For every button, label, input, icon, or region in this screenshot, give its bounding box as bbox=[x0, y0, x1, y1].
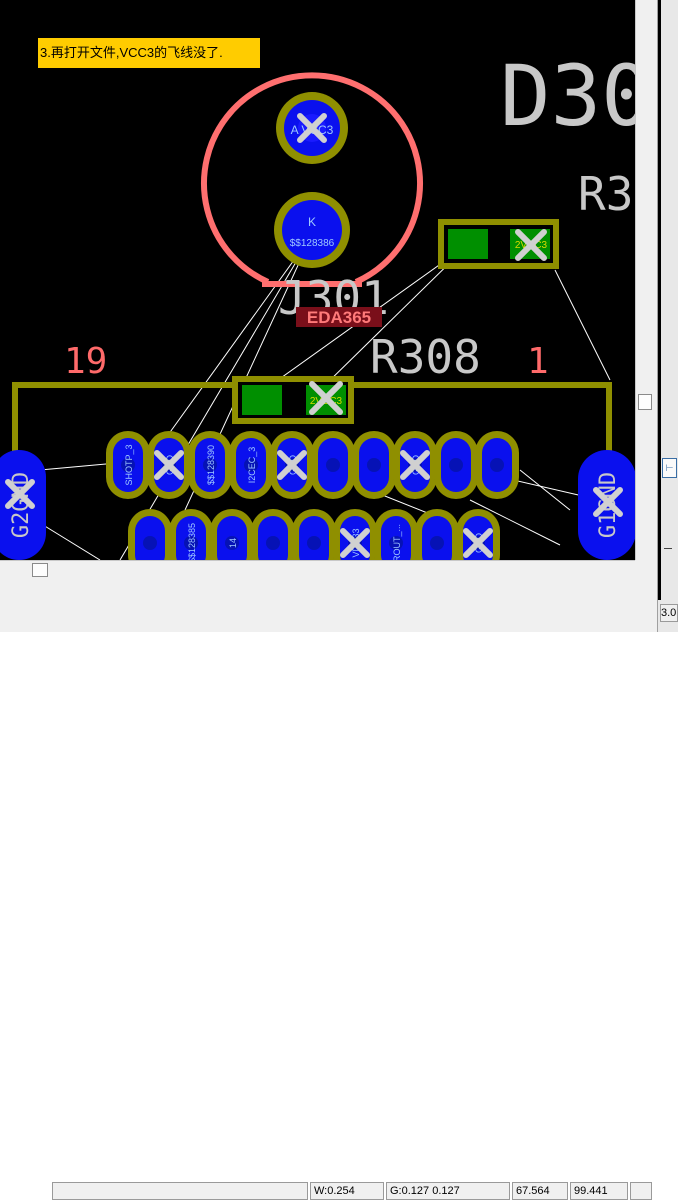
pin-number-1: 1 bbox=[527, 341, 549, 382]
j301-pin-k[interactable]: K $$128386 bbox=[274, 192, 350, 268]
status-grid: G:0.127 0.127 bbox=[386, 1182, 510, 1200]
silk-label: EDA365 bbox=[307, 308, 371, 327]
status-extra bbox=[630, 1182, 652, 1200]
vertical-scroll-thumb[interactable] bbox=[638, 394, 652, 410]
ref-r30: R30 bbox=[578, 167, 635, 221]
connector-pad[interactable] bbox=[434, 431, 478, 499]
connector-pad-net: $$128390 bbox=[206, 445, 216, 485]
connector-pad[interactable]: SHOTP_3 bbox=[106, 431, 150, 499]
status-message bbox=[52, 1182, 308, 1200]
j301-pin-a[interactable]: A VCC3 bbox=[276, 92, 348, 164]
ref-r308: R308 bbox=[370, 330, 481, 384]
status-width: W:0.254 bbox=[310, 1182, 384, 1200]
connector-pad[interactable] bbox=[128, 509, 172, 560]
connector-pad-net: 14 bbox=[228, 538, 238, 548]
status-x: 67.564 bbox=[512, 1182, 568, 1200]
pin-number-19: 19 bbox=[64, 341, 107, 382]
connector-pad[interactable] bbox=[475, 431, 519, 499]
connector-pad-net: $$128385 bbox=[187, 523, 197, 560]
connector-pad[interactable]: GND bbox=[456, 509, 500, 560]
connector-pad[interactable] bbox=[311, 431, 355, 499]
connector-row-1: SHOTP_3 GND $$128390 I2CEC_3 GND GND bbox=[106, 431, 519, 499]
panel-tick bbox=[664, 548, 672, 557]
connector-pad[interactable]: 14 bbox=[210, 509, 254, 560]
connector-pad[interactable]: $$128385 bbox=[169, 509, 213, 560]
connector-pad[interactable]: GND bbox=[393, 431, 437, 499]
ref-d30: D30 bbox=[500, 47, 635, 145]
scrollbar-corner bbox=[635, 560, 657, 578]
pcb-canvas[interactable]: D30 R30 A VCC3 K $$128386 J301 EDA365 bbox=[0, 0, 635, 560]
connector-pad[interactable] bbox=[292, 509, 336, 560]
connector-pad[interactable] bbox=[352, 431, 396, 499]
connector-pad[interactable] bbox=[251, 509, 295, 560]
panel-toggle-icon[interactable]: ⊢ bbox=[662, 458, 677, 478]
j301-pin-k-sub: $$128386 bbox=[290, 238, 335, 249]
connector-pad-net: ROUT_... bbox=[392, 524, 402, 560]
resistor-small[interactable]: 2VCC3 bbox=[438, 219, 559, 269]
connector-pad[interactable]: VDD33 bbox=[333, 509, 377, 560]
horizontal-scrollbar[interactable] bbox=[0, 560, 635, 578]
annotation-note: 3.再打开文件,VCC3的飞线没了. bbox=[38, 38, 260, 68]
vertical-scrollbar[interactable] bbox=[635, 0, 657, 560]
gnd-pad-right[interactable]: G1GND bbox=[578, 450, 635, 560]
right-side-panel: ⊢ bbox=[657, 0, 678, 632]
status-y: 99.441 bbox=[570, 1182, 628, 1200]
connector-pad-net: SHOTP_3 bbox=[124, 444, 134, 485]
j301-pin-k-net: K bbox=[308, 215, 316, 229]
connector-pad[interactable]: ROUT_... bbox=[374, 509, 418, 560]
connector-pad[interactable]: $$128390 bbox=[188, 431, 232, 499]
connector-pad[interactable]: GND bbox=[270, 431, 314, 499]
connector-pad[interactable]: I2CEC_3 bbox=[229, 431, 273, 499]
connector-pad-net: I2CEC_3 bbox=[247, 447, 257, 484]
resistor-r308[interactable]: 2VCC3 bbox=[232, 376, 354, 424]
panel-divider bbox=[658, 0, 661, 600]
connector-pad[interactable] bbox=[415, 509, 459, 560]
horizontal-scroll-thumb[interactable] bbox=[32, 563, 48, 577]
pcb-drawing: D30 R30 A VCC3 K $$128386 J301 EDA365 bbox=[0, 47, 635, 560]
status-bar: W:0.254 G:0.127 0.127 67.564 99.441 bbox=[0, 578, 657, 1200]
gnd-pad-left[interactable]: G2GND bbox=[0, 450, 46, 560]
connector-row-2: $$128385 14 VDD33 ROUT_... GND bbox=[128, 509, 500, 560]
status-right-value: 3.0 bbox=[660, 604, 678, 622]
connector-pad[interactable]: GND bbox=[147, 431, 191, 499]
